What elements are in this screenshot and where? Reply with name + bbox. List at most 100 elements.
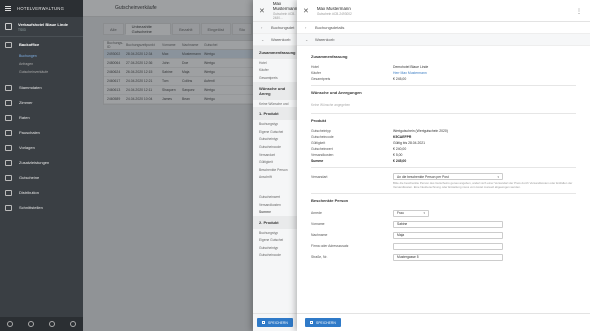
sidebar-item-vorlagen[interactable]: Vorlagen: [0, 140, 83, 155]
panel-footer: SPEICHERN: [297, 313, 590, 331]
sidebar-item-label: Zusatzleistungen: [19, 160, 50, 165]
recipient-title: Beschenkte Person: [311, 197, 349, 203]
user-icon[interactable]: [7, 321, 14, 327]
hint: Keine Wünsche und: [259, 101, 289, 106]
sidebar-item-pauschalen[interactable]: Pauschalen: [0, 125, 83, 140]
shipping-note: Bitte die beschenkte Person des Gutschei…: [393, 181, 573, 189]
label: Gutscheincode: [259, 253, 281, 258]
label: Beschenkte Person: [259, 167, 288, 172]
modal-backdrop[interactable]: [83, 0, 253, 331]
sidebar-subitem-gutscheinverkaeufe[interactable]: Gutscheinverkäufe: [0, 68, 83, 76]
salutation-select[interactable]: Frau ▾: [393, 209, 429, 217]
sidebar-item-gutscheine[interactable]: Gutscheine: [0, 170, 83, 185]
label: Versandart: [311, 174, 328, 179]
voucher-icon: [5, 174, 12, 181]
close-icon[interactable]: ✕: [259, 7, 265, 15]
chevron-right-icon: ›: [305, 25, 307, 30]
bed-icon: [5, 99, 12, 106]
accordion-label: Buchungsdetails: [315, 25, 345, 30]
accordion-label: Buchungsdet: [271, 25, 295, 30]
home-icon: [5, 41, 12, 48]
panel-title: Max Mustermann: [272, 1, 298, 11]
accordion-label: Warenkorb: [271, 37, 291, 42]
label: Eigene Gutschei: [259, 129, 284, 134]
sidebar-item-stammdaten[interactable]: Stammdaten: [0, 80, 83, 95]
salutation-field: Anrede Frau ▾: [311, 208, 576, 219]
label: Eigene Gutschei: [259, 238, 284, 243]
sidebar: HOTELVERWALTUNG Verkaufshotel Blaue Lind…: [0, 0, 83, 331]
detail-panel-back: ✕ Max Mustermann Gutschein #CB-2480... ›…: [253, 0, 297, 331]
sidebar-header: HOTELVERWALTUNG: [0, 0, 83, 17]
select-value: An die beschenkte Person per Post: [397, 174, 449, 179]
sidebar-item-zusatzleistungen[interactable]: Zusatzleistungen: [0, 155, 83, 170]
close-icon[interactable]: ✕: [303, 7, 309, 15]
more-options-icon[interactable]: ⋮: [576, 8, 582, 15]
save-button[interactable]: SPEICHERN: [257, 318, 293, 327]
shipping-method-select[interactable]: An die beschenkte Person per Post ▾: [393, 173, 503, 180]
accordion-warenkorb[interactable]: ⌄ Warenkorb: [253, 34, 297, 46]
summary-title: Zusammenfassung: [311, 54, 348, 59]
chevron-down-icon: ⌄: [261, 37, 265, 42]
section-title: 2. Produkt: [253, 215, 297, 229]
sidebar-item-zimmer[interactable]: Zimmer: [0, 95, 83, 110]
chevron-down-icon: ▾: [497, 174, 499, 179]
label: Gutscheincode: [311, 135, 334, 139]
menu-icon[interactable]: [5, 5, 11, 11]
divider: [311, 113, 576, 114]
accordion-warenkorb[interactable]: ⌄ Warenkorb: [297, 34, 590, 46]
label: Nachname: [311, 233, 328, 238]
save-icon: [262, 321, 265, 324]
value: € 245,00: [393, 159, 407, 163]
street-field: Straße, Nr. Mustergasse 5: [311, 252, 576, 263]
label: Gutscheinwert: [311, 147, 333, 151]
accordion-buchungsdetails[interactable]: › Buchungsdetails: [297, 22, 590, 34]
product-sum: Summe € 245,00: [311, 158, 576, 164]
label: Versandart: [259, 152, 275, 157]
label: Versandkosten: [311, 153, 334, 157]
label: Summe: [311, 159, 324, 163]
label: Versandkosten: [259, 202, 281, 207]
label: Anschrift: [259, 175, 272, 180]
label: Gutscheincode: [259, 144, 281, 149]
sidebar-item-label: Raten: [19, 115, 30, 120]
value: € 240,00: [393, 147, 407, 151]
divider: [311, 167, 576, 168]
sidebar-item-distribution[interactable]: Distribution: [0, 185, 83, 200]
hotel-selector[interactable]: Verkaufshotel Blaue Linde TS03: [0, 17, 83, 37]
divider: [311, 192, 576, 194]
lastname-input[interactable]: Maja: [393, 231, 503, 239]
sidebar-item-raten[interactable]: Raten: [0, 110, 83, 125]
label: Gesamtpreis: [311, 77, 331, 81]
sidebar-item-label: Stammdaten: [19, 85, 42, 90]
product-title: Produkt: [311, 118, 327, 123]
company-input[interactable]: [393, 242, 503, 250]
sidebar-item-schnittstellen[interactable]: Schnittstellen: [0, 200, 83, 215]
wishes-hint: Keine Wünsche angegeben: [311, 103, 351, 107]
sidebar-subitem-buchungen[interactable]: Buchungen: [0, 52, 83, 60]
label: Hotel: [311, 65, 319, 69]
sidebar-item-label: Backoffice: [19, 42, 40, 47]
label: Gutscheinwert: [259, 194, 281, 199]
help-icon[interactable]: [48, 321, 55, 327]
bell-icon[interactable]: [28, 321, 35, 327]
save-button[interactable]: SPEICHERN: [305, 318, 341, 327]
street-input[interactable]: Mustergasse 5: [393, 253, 503, 261]
label: Vorname: [311, 222, 325, 227]
label: Summe: [259, 210, 271, 215]
value: Wertgutschein (Wertgutschein 2020): [393, 129, 448, 133]
power-icon[interactable]: [69, 321, 76, 327]
label: Gutscheintyp: [311, 129, 331, 133]
label: Buchungstyp: [259, 230, 279, 235]
panel-header: ✕ Max Mustermann Gutschein #CB-2480...: [253, 0, 297, 22]
sidebar-item-label: Vorlagen: [19, 145, 35, 150]
chevron-down-icon: ⌄: [305, 37, 309, 42]
summary-total: Gesamtpreis € 245,00: [311, 76, 576, 82]
buyer-link[interactable]: Herr Max Mustermann: [393, 71, 427, 75]
firstname-input[interactable]: Sabine: [393, 220, 503, 228]
accordion-buchungsdetails[interactable]: › Buchungsdet: [253, 22, 297, 34]
sidebar-item-backoffice[interactable]: Backoffice: [0, 37, 83, 52]
sidebar-subitem-anfragen[interactable]: Anfragen: [0, 60, 83, 68]
label: Käufer: [259, 68, 269, 73]
label: Gutscheintyp: [259, 137, 279, 142]
